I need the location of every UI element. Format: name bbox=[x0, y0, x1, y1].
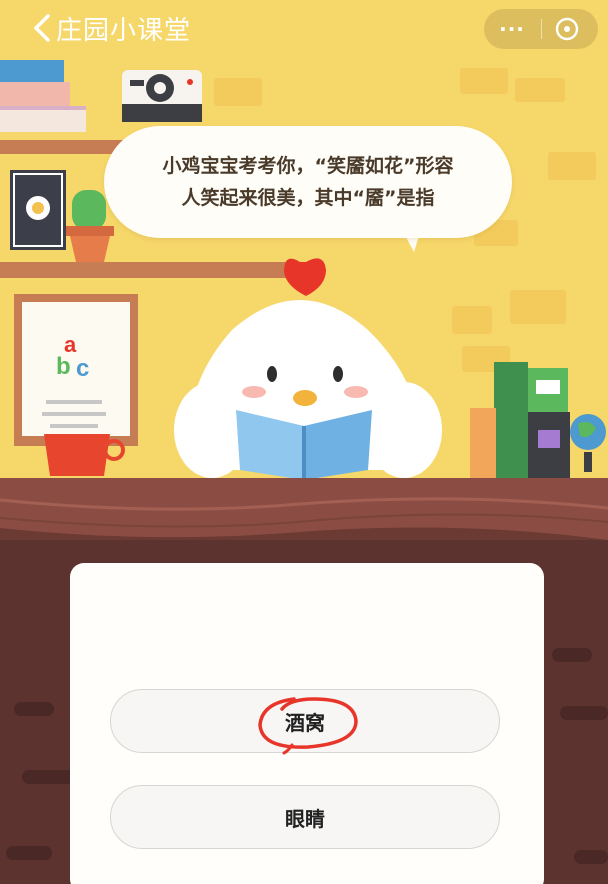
question-line-1: 小鸡宝宝考考你，“笑靥如花”形容 bbox=[162, 155, 454, 177]
more-button[interactable]: ··· bbox=[484, 9, 540, 49]
blackboard-letter-b: b bbox=[56, 353, 71, 380]
close-target-icon bbox=[555, 17, 579, 41]
answer-option-2[interactable]: 眼睛 bbox=[110, 785, 500, 849]
back-button[interactable] bbox=[28, 12, 58, 44]
quiz-scene: a b c 庄园小课堂 ··· 小鸡宝宝考考你，“笑靥如花”形容 人笑起来很美，… bbox=[0, 0, 608, 884]
answer-card: 酒窝 眼睛 bbox=[70, 563, 544, 884]
mini-program-capsule: ··· bbox=[484, 9, 598, 49]
more-icon: ··· bbox=[499, 17, 525, 41]
question-text: 小鸡宝宝考考你，“笑靥如花”形容 人笑起来很美，其中“靥”是指 bbox=[128, 150, 488, 214]
chevron-left-icon bbox=[34, 14, 50, 42]
answer-option-1[interactable]: 酒窝 bbox=[110, 689, 500, 753]
answer-option-1-label: 酒窝 bbox=[285, 710, 325, 735]
blackboard-letter-c: c bbox=[76, 355, 89, 382]
capsule-divider bbox=[541, 19, 542, 39]
speech-bubble: 小鸡宝宝考考你，“笑靥如花”形容 人笑起来很美，其中“靥”是指 bbox=[104, 126, 512, 238]
question-line-2: 人笑起来很美，其中“靥”是指 bbox=[181, 187, 435, 209]
answer-option-2-label: 眼睛 bbox=[285, 806, 325, 831]
page-title: 庄园小课堂 bbox=[56, 16, 192, 46]
close-button[interactable] bbox=[554, 16, 580, 42]
top-bar: 庄园小课堂 ··· bbox=[0, 0, 608, 56]
